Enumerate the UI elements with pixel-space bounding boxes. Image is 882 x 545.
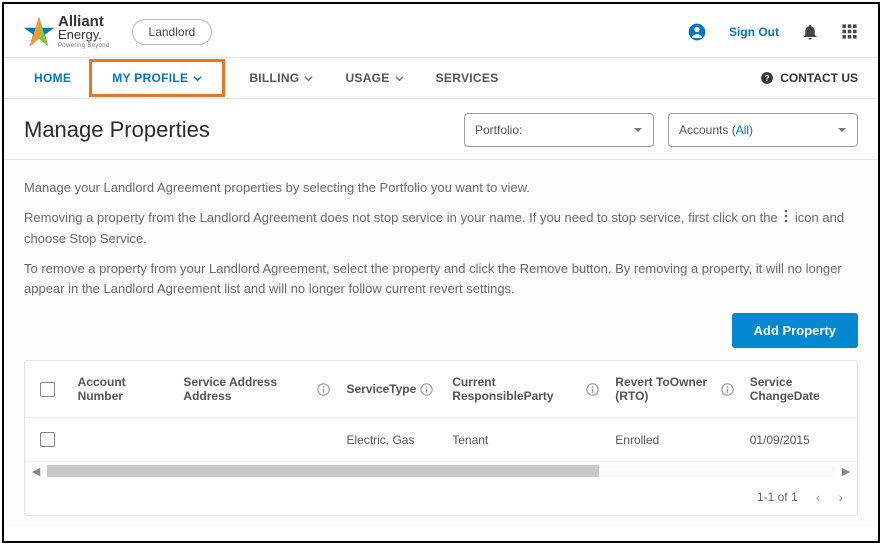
sign-out-link[interactable]: Sign Out <box>729 25 779 39</box>
nav-my-profile[interactable]: MY PROFILE <box>89 59 225 97</box>
accounts-label: Accounts <box>679 123 728 137</box>
help-icon: ? <box>760 71 774 85</box>
svg-text:?: ? <box>765 74 770 83</box>
info-icon[interactable] <box>721 383 734 396</box>
col-service-change-date[interactable]: Service ChangeDate <box>742 361 857 417</box>
chevron-down-icon <box>193 74 202 83</box>
table-header-row: Account Number Service Address Address S… <box>25 361 857 418</box>
chevron-down-icon <box>395 74 404 83</box>
horizontal-scrollbar[interactable]: ◄ ► <box>25 461 857 479</box>
apps-grid-icon[interactable] <box>841 23 858 40</box>
cell-address <box>175 426 338 454</box>
intro-paragraph-2: Removing a property from the Landlord Ag… <box>24 208 858 249</box>
add-property-button[interactable]: Add Property <box>732 313 858 348</box>
user-type-chip[interactable]: Landlord <box>132 19 213 45</box>
alliant-star-icon <box>22 15 56 49</box>
nav-usage-label: USAGE <box>345 71 389 85</box>
caret-down-icon <box>837 125 847 135</box>
scroll-left-arrow[interactable]: ◄ <box>25 463 47 479</box>
col-service-type[interactable]: ServiceType <box>338 368 444 410</box>
cell-change-date: 01/09/2015 <box>742 419 857 461</box>
caret-down-icon <box>633 125 643 135</box>
info-icon[interactable] <box>317 383 330 396</box>
properties-table: Account Number Service Address Address S… <box>24 360 858 516</box>
brand-logo: Alliant Energy. Powering Beyond <box>22 14 110 49</box>
scroll-thumb[interactable] <box>47 465 599 477</box>
cell-service-type: Electric, Gas <box>338 419 444 461</box>
accounts-filter: (All) <box>732 123 753 137</box>
page-title: Manage Properties <box>24 117 210 143</box>
notifications-icon[interactable] <box>801 23 819 41</box>
nav-usage[interactable]: USAGE <box>329 59 419 97</box>
col-revert-to-owner[interactable]: Revert ToOwner (RTO) <box>607 361 741 417</box>
pager-next[interactable]: › <box>838 489 843 505</box>
cell-account <box>70 426 176 454</box>
table-row[interactable]: Electric, Gas Tenant Enrolled 01/09/2015 <box>25 418 857 461</box>
nav-contact-us[interactable]: ? CONTACT US <box>760 71 858 85</box>
chevron-down-icon <box>304 74 313 83</box>
brand-tagline: Powering Beyond <box>58 43 110 49</box>
scroll-track[interactable] <box>47 465 835 477</box>
kebab-menu-icon <box>781 209 791 229</box>
info-icon[interactable] <box>420 383 433 396</box>
info-icon[interactable] <box>586 383 599 396</box>
pager-status: 1-1 of 1 <box>757 490 798 504</box>
scroll-right-arrow[interactable]: ► <box>835 463 857 479</box>
account-icon[interactable] <box>687 22 707 42</box>
cell-responsible: Tenant <box>444 419 607 461</box>
accounts-dropdown[interactable]: Accounts (All) <box>668 113 858 147</box>
portfolio-dropdown[interactable]: Portfolio: <box>464 113 654 147</box>
brand-sub: Energy. <box>58 28 110 41</box>
nav-services[interactable]: SERVICES <box>420 59 515 97</box>
nav-my-profile-label: MY PROFILE <box>112 71 188 85</box>
col-service-address[interactable]: Service Address Address <box>175 361 338 417</box>
intro-paragraph-1: Manage your Landlord Agreement propertie… <box>24 178 858 198</box>
intro-paragraph-3: To remove a property from your Landlord … <box>24 259 858 299</box>
row-checkbox[interactable] <box>40 432 55 447</box>
cell-rto: Enrolled <box>607 419 741 461</box>
nav-home[interactable]: HOME <box>24 59 81 97</box>
nav-billing-label: BILLING <box>249 71 299 85</box>
pager-prev[interactable]: ‹ <box>816 489 821 505</box>
col-responsible-party[interactable]: Current ResponsibleParty <box>444 361 607 417</box>
select-all-checkbox[interactable] <box>40 382 55 397</box>
nav-billing[interactable]: BILLING <box>233 59 329 97</box>
table-pager: 1-1 of 1 ‹ › <box>25 479 857 515</box>
contact-label: CONTACT US <box>780 71 858 85</box>
col-account-number[interactable]: Account Number <box>70 361 176 417</box>
portfolio-label: Portfolio: <box>475 123 522 137</box>
